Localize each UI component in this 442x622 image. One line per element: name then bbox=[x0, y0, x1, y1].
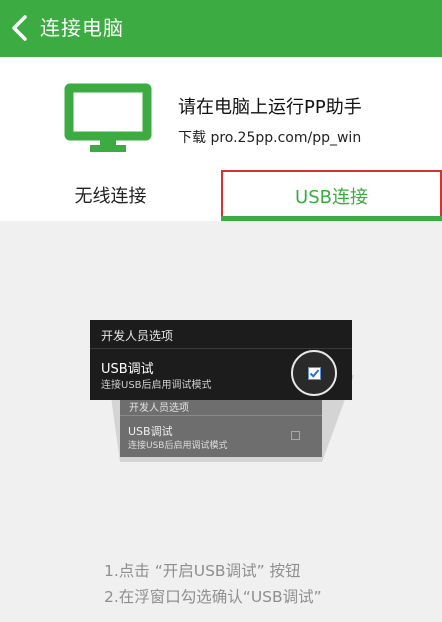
dialog-back-divider bbox=[120, 415, 322, 416]
chevron-left-icon bbox=[12, 15, 27, 41]
dialog-front-title: 开发人员选项 bbox=[101, 329, 174, 343]
dialog-front-divider bbox=[90, 348, 352, 349]
dialog-back-title: 开发人员选项 bbox=[129, 403, 189, 414]
download-link[interactable]: 下载 pro.25pp.com/pp_win bbox=[178, 127, 361, 147]
back-button[interactable] bbox=[8, 13, 32, 43]
tab-wireless[interactable]: 无线连接 bbox=[0, 170, 221, 220]
connection-tabs: 无线连接 USB连接 bbox=[0, 170, 442, 220]
instruction-step-2: 2.在浮窗口勾选确认“USB调试” bbox=[104, 588, 322, 606]
dialog-front-option-desc: 连接USB后启用调试模式 bbox=[101, 380, 212, 391]
illustration-dialog-back: 开发人员选项 USB调试 连接USB后启用调试模式 bbox=[120, 395, 322, 457]
tab-usb[interactable]: USB连接 bbox=[221, 170, 442, 220]
dialog-back-option-desc: 连接USB后启用调试模式 bbox=[128, 441, 228, 451]
unchecked-box-icon bbox=[291, 431, 300, 440]
pc-assistant-banner: 请在电脑上运行PP助手 下载 pro.25pp.com/pp_win bbox=[0, 57, 442, 157]
page-title: 连接电脑 bbox=[40, 16, 124, 40]
usb-debug-checkbox[interactable] bbox=[291, 350, 337, 396]
illustration-dialog-front: 开发人员选项 USB调试 连接USB后启用调试模式 bbox=[90, 320, 352, 400]
instruction-steps: 1.点击 “开启USB调试” 按钮 2.在浮窗口勾选确认“USB调试” bbox=[104, 558, 322, 610]
app-header: 连接电脑 bbox=[0, 0, 442, 57]
instruction-step-1: 1.点击 “开启USB调试” 按钮 bbox=[104, 562, 301, 580]
monitor-icon bbox=[64, 83, 152, 152]
dialog-front-option-label: USB调试 bbox=[101, 362, 154, 377]
banner-title: 请在电脑上运行PP助手 bbox=[178, 97, 362, 118]
dialog-back-option-label: USB调试 bbox=[128, 425, 173, 438]
checkbox-checked-icon bbox=[307, 366, 321, 380]
